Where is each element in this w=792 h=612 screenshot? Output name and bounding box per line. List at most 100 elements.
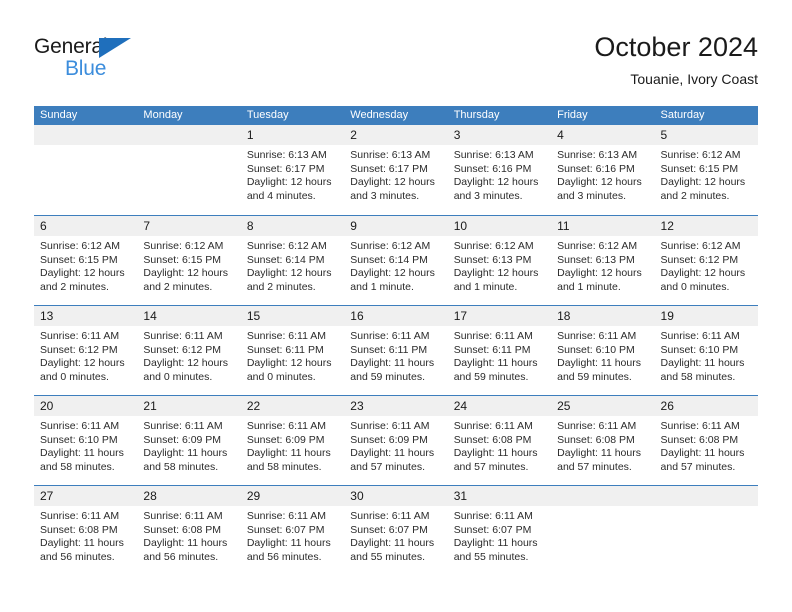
- weekday-header-thursday: Thursday: [453, 109, 500, 121]
- title-block: October 2024 Touanie, Ivory Coast: [594, 30, 758, 90]
- day-number-header: 20: [34, 396, 138, 416]
- sunset-text: Sunset: 6:09 PM: [246, 433, 325, 446]
- day-cell[interactable]: 31 Sunrise: 6:11 AM Sunset: 6:07 PM Dayligh…: [447, 486, 552, 575]
- day-cell[interactable]: 12 Sunrise: 6:12 AM Sunset: 6:12 PM Dayligh…: [654, 216, 758, 305]
- daylight-text-cont: and 3 minutes.: [453, 189, 523, 202]
- daylight-text-cont: and 57 minutes.: [453, 460, 529, 473]
- daylight-text-cont: and 0 minutes.: [660, 280, 730, 293]
- sunrise-text: Sunrise: 6:11 AM: [143, 420, 223, 432]
- day-cell[interactable]: 15 Sunrise: 6:11 AM Sunset: 6:11 PM Dayligh…: [240, 306, 345, 395]
- daylight-text-cont: and 57 minutes.: [660, 460, 736, 473]
- sunrise-text: Sunrise: 6:13 AM: [557, 149, 638, 161]
- daylight-text: Daylight: 11 hours: [660, 357, 745, 370]
- sunrise-text: Sunrise: 6:11 AM: [453, 330, 533, 342]
- day-cell[interactable]: 6 Sunrise: 6:12 AM Sunset: 6:15 PM Daylight…: [34, 216, 138, 305]
- daylight-text: Daylight: 11 hours: [143, 447, 228, 460]
- day-cell[interactable]: 22 Sunrise: 6:11 AM Sunset: 6:09 PM Dayligh…: [240, 396, 345, 485]
- day-cell[interactable]: 26 Sunrise: 6:11 AM Sunset: 6:08 PM Dayligh…: [654, 396, 758, 485]
- day-number-header: 18: [551, 306, 655, 326]
- day-cell[interactable]: 18 Sunrise: 6:11 AM Sunset: 6:10 PM Dayligh…: [551, 306, 655, 395]
- weekday-header-saturday: Saturday: [660, 109, 705, 121]
- daylight-text-cont: and 56 minutes.: [40, 550, 115, 563]
- daylight-text: Daylight: 12 hours: [246, 176, 332, 189]
- day-cell[interactable]: 14 Sunrise: 6:11 AM Sunset: 6:12 PM Dayligh…: [137, 306, 241, 395]
- sunset-text: Sunset: 6:10 PM: [40, 433, 118, 446]
- sunrise-text: Sunrise: 6:11 AM: [40, 510, 120, 522]
- day-number-header: 6: [34, 216, 138, 236]
- day-cell[interactable]: 27 Sunrise: 6:11 AM Sunset: 6:08 PM Dayligh…: [34, 486, 138, 575]
- sunrise-text: Sunrise: 6:13 AM: [350, 149, 431, 161]
- daylight-text: Daylight: 11 hours: [40, 447, 124, 460]
- calendar-weeks: 1 Sunrise: 6:13 AM Sunset: 6:17 PM Daylight…: [34, 125, 758, 575]
- daylight-text: Daylight: 11 hours: [453, 357, 538, 370]
- brand-logo[interactable]: General Blue: [34, 35, 154, 91]
- sunset-text: Sunset: 6:07 PM: [350, 523, 428, 536]
- day-cell[interactable]: 24 Sunrise: 6:11 AM Sunset: 6:08 PM Dayligh…: [447, 396, 552, 485]
- day-number-header: 27: [34, 486, 138, 506]
- day-cell[interactable]: 20 Sunrise: 6:11 AM Sunset: 6:10 PM Dayligh…: [34, 396, 138, 485]
- sunrise-text: Sunrise: 6:11 AM: [660, 420, 740, 432]
- day-cell[interactable]: 3 Sunrise: 6:13 AM Sunset: 6:16 PM Daylight…: [447, 125, 552, 215]
- day-cell[interactable]: 2 Sunrise: 6:13 AM Sunset: 6:17 PM Daylight…: [344, 125, 448, 215]
- day-cell[interactable]: 17 Sunrise: 6:11 AM Sunset: 6:11 PM Dayligh…: [447, 306, 552, 395]
- daylight-text: Daylight: 11 hours: [350, 537, 435, 550]
- day-cell[interactable]: 19 Sunrise: 6:11 AM Sunset: 6:10 PM Dayligh…: [654, 306, 758, 395]
- day-cell[interactable]: 4 Sunrise: 6:13 AM Sunset: 6:16 PM Daylight…: [551, 125, 655, 215]
- daylight-text-cont: and 59 minutes.: [557, 370, 632, 383]
- day-cell[interactable]: 9 Sunrise: 6:12 AM Sunset: 6:14 PM Daylight…: [344, 216, 448, 305]
- sunrise-text: Sunrise: 6:12 AM: [143, 240, 224, 252]
- day-details: Sunrise: 6:12 AM Sunset: 6:15 PM Daylight:…: [655, 145, 758, 203]
- day-cell[interactable]: 21 Sunrise: 6:11 AM Sunset: 6:09 PM Dayligh…: [137, 396, 241, 485]
- day-cell[interactable]: 5 Sunrise: 6:12 AM Sunset: 6:15 PM Daylight…: [654, 125, 758, 215]
- day-cell-empty: [654, 486, 758, 575]
- brand-name-general: General: [34, 35, 108, 58]
- sunset-text: Sunset: 6:11 PM: [246, 343, 324, 356]
- sunset-text: Sunset: 6:17 PM: [246, 162, 325, 175]
- sunset-text: Sunset: 6:08 PM: [453, 433, 532, 446]
- day-cell[interactable]: 8 Sunrise: 6:12 AM Sunset: 6:14 PM Daylight…: [240, 216, 345, 305]
- weekday-header-monday: Monday: [143, 109, 183, 121]
- day-number: 2: [350, 128, 357, 142]
- day-number-header: 19: [654, 306, 758, 326]
- day-number: 3: [453, 128, 461, 142]
- daylight-text: Daylight: 11 hours: [40, 537, 124, 550]
- day-details: Sunrise: 6:11 AM Sunset: 6:07 PM Daylight:…: [448, 506, 551, 564]
- day-number-header: 31: [447, 486, 552, 506]
- day-details: Sunrise: 6:11 AM Sunset: 6:10 PM Daylight:…: [551, 326, 654, 384]
- sunset-text: Sunset: 6:07 PM: [453, 523, 532, 536]
- daylight-text-cont: and 1 minute.: [557, 280, 621, 293]
- day-cell[interactable]: 1 Sunrise: 6:13 AM Sunset: 6:17 PM Daylight…: [240, 125, 345, 215]
- calendar-week-row: 1 Sunrise: 6:13 AM Sunset: 6:17 PM Daylight…: [34, 125, 758, 215]
- day-cell[interactable]: 16 Sunrise: 6:11 AM Sunset: 6:11 PM Dayligh…: [344, 306, 448, 395]
- daylight-text-cont: and 57 minutes.: [557, 460, 632, 473]
- day-cell[interactable]: 23 Sunrise: 6:11 AM Sunset: 6:09 PM Dayligh…: [344, 396, 448, 485]
- day-cell[interactable]: 7 Sunrise: 6:12 AM Sunset: 6:15 PM Daylight…: [137, 216, 241, 305]
- sunset-text: Sunset: 6:15 PM: [660, 162, 739, 175]
- daylight-text-cont: and 2 minutes.: [40, 280, 109, 293]
- daylight-text-cont: and 59 minutes.: [453, 370, 529, 383]
- day-number: 19: [660, 309, 674, 323]
- daylight-text: Daylight: 12 hours: [557, 176, 642, 189]
- day-number: 12: [660, 219, 674, 233]
- daylight-text: Daylight: 11 hours: [350, 447, 435, 460]
- day-cell[interactable]: 29 Sunrise: 6:11 AM Sunset: 6:07 PM Dayligh…: [240, 486, 345, 575]
- day-cell[interactable]: 30 Sunrise: 6:11 AM Sunset: 6:07 PM Dayligh…: [344, 486, 448, 575]
- day-number: 1: [246, 128, 254, 142]
- sunrise-text: Sunrise: 6:11 AM: [660, 330, 740, 342]
- day-details: Sunrise: 6:13 AM Sunset: 6:17 PM Daylight:…: [344, 145, 447, 203]
- day-number: 8: [246, 219, 254, 233]
- sunset-text: Sunset: 6:10 PM: [660, 343, 739, 356]
- daylight-text-cont: and 1 minute.: [453, 280, 518, 293]
- day-number-header: 7: [137, 216, 241, 236]
- day-cell[interactable]: 25 Sunrise: 6:11 AM Sunset: 6:08 PM Dayligh…: [551, 396, 655, 485]
- day-cell[interactable]: 11 Sunrise: 6:12 AM Sunset: 6:13 PM Dayligh…: [551, 216, 655, 305]
- day-number: 24: [453, 399, 468, 413]
- day-cell-empty: [34, 125, 138, 215]
- day-cell[interactable]: 10 Sunrise: 6:12 AM Sunset: 6:13 PM Dayligh…: [447, 216, 552, 305]
- daylight-text: Daylight: 12 hours: [246, 267, 332, 280]
- day-details: Sunrise: 6:11 AM Sunset: 6:10 PM Daylight:…: [655, 326, 758, 384]
- daylight-text-cont: and 2 minutes.: [143, 280, 213, 293]
- day-cell[interactable]: 13 Sunrise: 6:11 AM Sunset: 6:12 PM Dayligh…: [34, 306, 138, 395]
- day-cell[interactable]: 28 Sunrise: 6:11 AM Sunset: 6:08 PM Dayligh…: [137, 486, 241, 575]
- day-number: 23: [350, 399, 364, 413]
